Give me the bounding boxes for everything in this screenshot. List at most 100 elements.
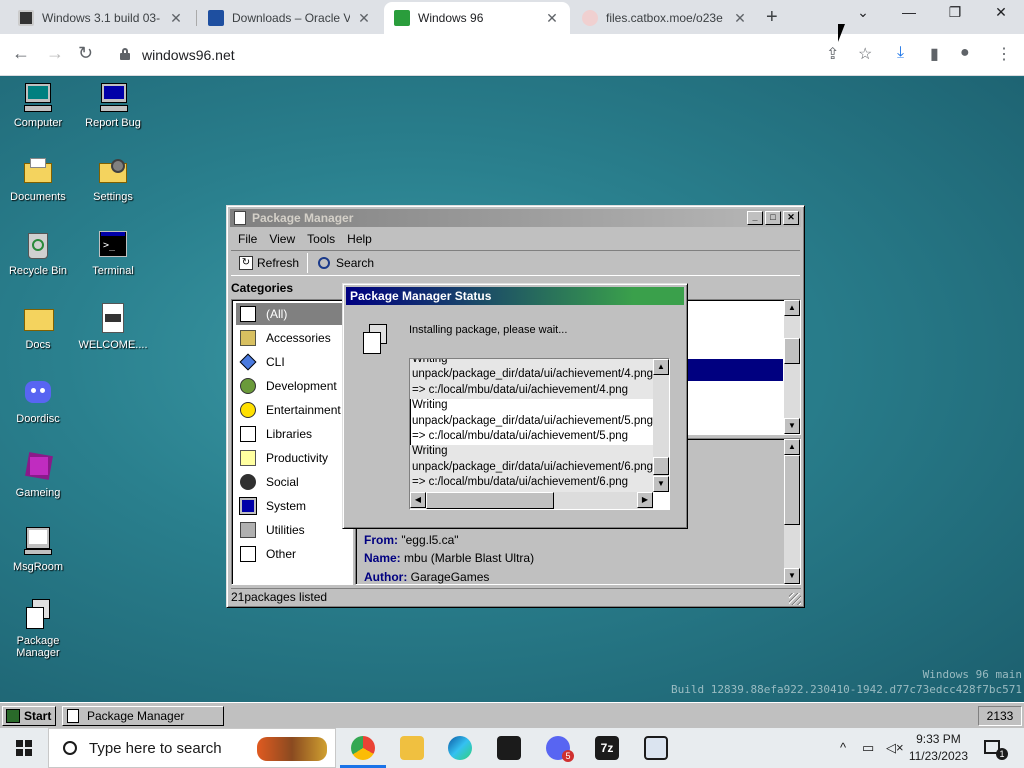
category-all[interactable]: (All) <box>236 303 346 325</box>
scroll-thumb[interactable] <box>784 455 800 525</box>
close-tab-icon[interactable]: ✕ <box>544 10 560 27</box>
new-tab-button[interactable]: + <box>766 6 778 29</box>
status-dialog-titlebar[interactable]: Package Manager Status <box>346 287 684 305</box>
category-utilities[interactable]: Utilities <box>236 519 346 541</box>
taskbar-item-package-manager[interactable]: Package Manager <box>62 706 224 726</box>
close-button[interactable]: ✕ <box>783 211 799 225</box>
share-icon[interactable]: ⇪ <box>826 44 839 64</box>
desktop-icon-doordisc[interactable]: Doordisc <box>0 377 76 425</box>
download-icon[interactable]: ⤓ <box>897 44 904 62</box>
details-scrollbar[interactable]: ▲ ▼ <box>784 439 800 584</box>
windows-start-icon[interactable] <box>16 740 32 756</box>
category-entertainment[interactable]: Entertainment <box>236 399 346 421</box>
window-title: Package Manager <box>252 211 354 225</box>
minimize-button[interactable]: _ <box>747 211 763 225</box>
restore-window-button[interactable]: ❐ <box>932 4 978 21</box>
menu-help[interactable]: Help <box>342 230 377 248</box>
start-button[interactable]: Start <box>2 706 56 726</box>
menu-view[interactable]: View <box>264 230 300 248</box>
side-panel-icon[interactable]: ▮ <box>930 44 939 64</box>
desktop-icon-computer[interactable]: Computer <box>0 81 76 129</box>
scroll-right-button[interactable]: ▶ <box>637 492 653 508</box>
desktop-icon-docs[interactable]: Docs <box>0 303 76 351</box>
profile-avatar-icon[interactable]: ● <box>960 44 970 62</box>
log-vertical-scrollbar[interactable]: ▲ ▼ <box>653 359 669 492</box>
scroll-thumb[interactable] <box>653 457 669 475</box>
package-status-dialog: Package Manager Status Installing packag… <box>342 283 688 529</box>
file-explorer-taskbar-icon[interactable] <box>400 736 424 760</box>
desktop-icon-terminal[interactable]: >_ Terminal <box>75 229 151 277</box>
close-tab-icon[interactable]: ✕ <box>356 10 372 27</box>
package-manager-titlebar[interactable]: Package Manager _ □ ✕ <box>230 209 801 227</box>
category-productivity[interactable]: Productivity <box>236 447 346 469</box>
scroll-up-button[interactable]: ▲ <box>784 439 800 455</box>
close-tab-icon[interactable]: ✕ <box>732 10 748 27</box>
tray-network-icon[interactable]: ▭ <box>862 740 874 756</box>
tab-downloads-oracle[interactable]: Downloads – Oracle V ✕ <box>198 2 382 34</box>
log-line: unpack/package_dir/data/ui/achievement/6… <box>410 460 653 477</box>
package-list-scrollbar[interactable]: ▲ ▼ <box>784 300 800 434</box>
category-development[interactable]: Development <box>236 375 346 397</box>
url-text[interactable]: windows96.net <box>142 47 235 63</box>
desktop-icon-package-manager[interactable]: Package Manager <box>0 599 76 659</box>
back-arrow-icon[interactable]: ← <box>12 43 30 64</box>
tray-volume-muted-icon[interactable]: ◁× <box>886 740 904 756</box>
tab-catbox[interactable]: files.catbox.moe/o23e ✕ <box>572 2 758 34</box>
resize-grip-icon[interactable] <box>789 593 801 605</box>
tab-windows31[interactable]: Windows 3.1 build 03- ✕ <box>8 2 194 34</box>
desktop-icon-documents[interactable]: Documents <box>0 155 76 203</box>
virtualbox-favicon-icon <box>208 10 224 26</box>
category-libraries[interactable]: Libraries <box>236 423 346 445</box>
close-window-button[interactable]: ✕ <box>978 4 1024 21</box>
scroll-thumb[interactable] <box>784 338 800 364</box>
tab-windows96[interactable]: Windows 96 ✕ <box>384 2 570 34</box>
chrome-menu-icon[interactable]: ⋮ <box>996 44 1012 64</box>
maximize-button[interactable]: □ <box>765 211 781 225</box>
gameing-cube-icon <box>22 451 54 483</box>
taskbar-clock[interactable]: 9:33 PM 11/23/2023 <box>909 731 968 765</box>
utilities-icon <box>240 522 256 538</box>
minimize-window-button[interactable]: — <box>886 4 932 20</box>
scroll-up-button[interactable]: ▲ <box>784 300 800 316</box>
scroll-down-button[interactable]: ▼ <box>653 476 669 492</box>
scroll-up-button[interactable]: ▲ <box>653 359 669 375</box>
menu-tools[interactable]: Tools <box>302 230 340 248</box>
desktop-icon-recycle-bin[interactable]: Recycle Bin <box>0 229 76 277</box>
bookmark-star-icon[interactable]: ☆ <box>858 44 872 64</box>
category-other[interactable]: Other <box>236 543 346 565</box>
tray-chevron-up-icon[interactable]: ^ <box>840 740 846 755</box>
desktop-icon-report-bug[interactable]: Report Bug <box>75 81 151 129</box>
desktop-icon-welcome[interactable]: WELCOME.... <box>75 303 151 351</box>
desktop-icon-settings[interactable]: Settings <box>75 155 151 203</box>
system-monitor-icon <box>239 497 257 515</box>
7zip-taskbar-icon[interactable]: 7z <box>595 736 619 760</box>
scroll-down-button[interactable]: ▼ <box>784 568 800 584</box>
reload-icon[interactable]: ↻ <box>78 43 93 64</box>
category-cli[interactable]: CLI <box>236 351 346 373</box>
category-social[interactable]: Social <box>236 471 346 493</box>
log-horizontal-scrollbar[interactable]: ◀ ▶ <box>410 492 653 509</box>
browser-tab-strip: Windows 3.1 build 03- ✕ Downloads – Orac… <box>0 0 1024 34</box>
search-button[interactable]: Search <box>312 252 380 274</box>
virtualbox-taskbar-icon[interactable] <box>644 736 668 760</box>
menu-file[interactable]: File <box>233 230 262 248</box>
edge-taskbar-icon[interactable] <box>448 736 472 760</box>
close-tab-icon[interactable]: ✕ <box>168 10 184 27</box>
desktop-icon-msgroom[interactable]: MsgRoom <box>0 525 76 573</box>
desktop-icon-gameing[interactable]: Gameing <box>0 451 76 499</box>
taskbar-search-box[interactable]: Type here to search <box>48 728 336 768</box>
terminal-taskbar-icon[interactable] <box>497 736 521 760</box>
forward-arrow-icon[interactable]: → <box>46 43 64 64</box>
category-accessories[interactable]: Accessories <box>236 327 346 349</box>
scroll-down-button[interactable]: ▼ <box>784 418 800 434</box>
scroll-left-button[interactable]: ◀ <box>410 492 426 508</box>
chrome-taskbar-icon[interactable] <box>351 736 375 760</box>
address-bar[interactable]: windows96.net <box>110 40 880 70</box>
refresh-button[interactable]: ↻ Refresh <box>233 252 305 274</box>
category-system[interactable]: System <box>236 495 346 517</box>
horizontal-scroll-thumb[interactable] <box>426 492 554 509</box>
lock-icon[interactable] <box>120 48 130 60</box>
tab-search-chevron-icon[interactable]: ⌄ <box>840 4 886 21</box>
mouse-cursor-icon <box>838 24 845 42</box>
development-icon <box>240 378 256 394</box>
